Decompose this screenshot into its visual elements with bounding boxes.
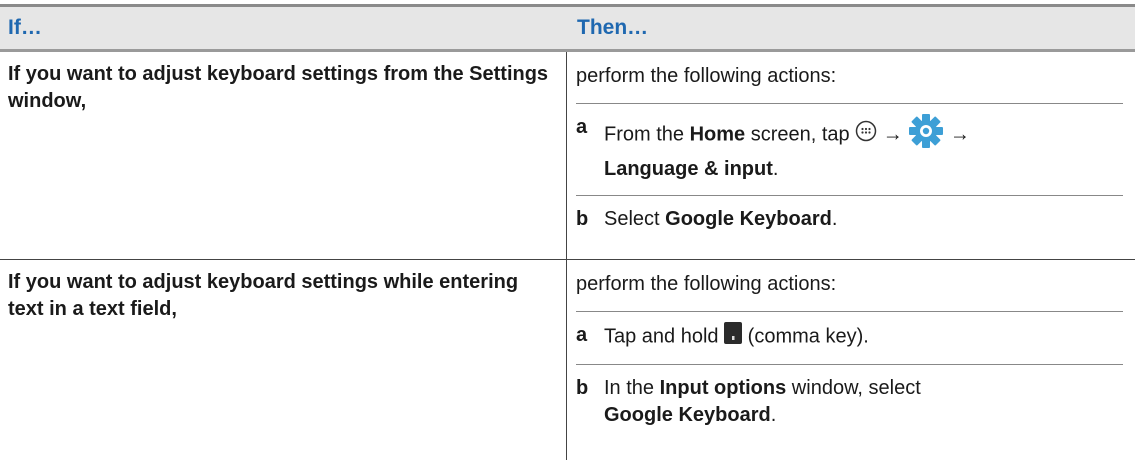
header-then: Then… [577, 16, 649, 39]
step-b: b Select Google Keyboard. [576, 195, 1123, 245]
input-options-label: Input options [659, 377, 787, 399]
action-intro: perform the following actions: [576, 65, 837, 87]
step-text-part: (comma key). [742, 325, 869, 348]
step-label: b [576, 208, 589, 230]
instruction-table: If… Then… If you want to adjust keyboard… [0, 4, 1135, 460]
condition-cell: If you want to adjust keyboard settings … [0, 52, 567, 259]
step-text: Select Google Keyboard. [604, 206, 1123, 233]
step-text-part: . [772, 158, 779, 180]
step-text-part: Select [604, 208, 666, 230]
header-if: If… [8, 16, 42, 39]
step-text-part: window, select [786, 377, 921, 399]
action-cell: perform the following actions: a From th… [567, 52, 1135, 259]
google-keyboard-label: Google Keyboard [665, 208, 832, 230]
step-text: In the Input options window, select Googl… [604, 375, 1123, 429]
step-label: b [576, 377, 589, 399]
action-cell: perform the following actions: a Tap and… [567, 260, 1135, 460]
step-text-part: Tap and hold [604, 325, 725, 348]
comma-key-icon [724, 322, 743, 352]
apps-icon [855, 120, 877, 150]
step-a: a From the Home screen, tap → → Language … [576, 103, 1123, 195]
google-keyboard-label: Google Keyboard [604, 404, 771, 426]
condition-cell: If you want to adjust keyboard settings … [0, 260, 567, 460]
step-text-part: . [770, 404, 777, 426]
step-label: a [576, 116, 588, 138]
home-label: Home [689, 123, 746, 146]
step-text: Tap and hold (comma key). [604, 322, 1123, 352]
table-header: If… Then… [0, 7, 1135, 52]
step-text-part: screen, tap [745, 123, 856, 146]
arrow-text: → [944, 123, 970, 146]
step-label: a [576, 324, 588, 346]
table-row: If you want to adjust keyboard settings … [0, 52, 1135, 260]
settings-gear-icon [908, 114, 944, 156]
step-text-part: From the [604, 123, 690, 146]
action-intro: perform the following actions: [576, 273, 837, 295]
table-row: If you want to adjust keyboard settings … [0, 260, 1135, 460]
arrow-text: → [877, 123, 909, 146]
step-text-part: In the [604, 377, 660, 399]
step-a: a Tap and hold (comma key). [576, 311, 1123, 364]
step-text: From the Home screen, tap → → Language & … [604, 114, 1123, 183]
step-b: b In the Input options window, select Goo… [576, 364, 1123, 441]
language-input-label: Language & input [604, 158, 773, 180]
step-text-part: . [831, 208, 838, 230]
